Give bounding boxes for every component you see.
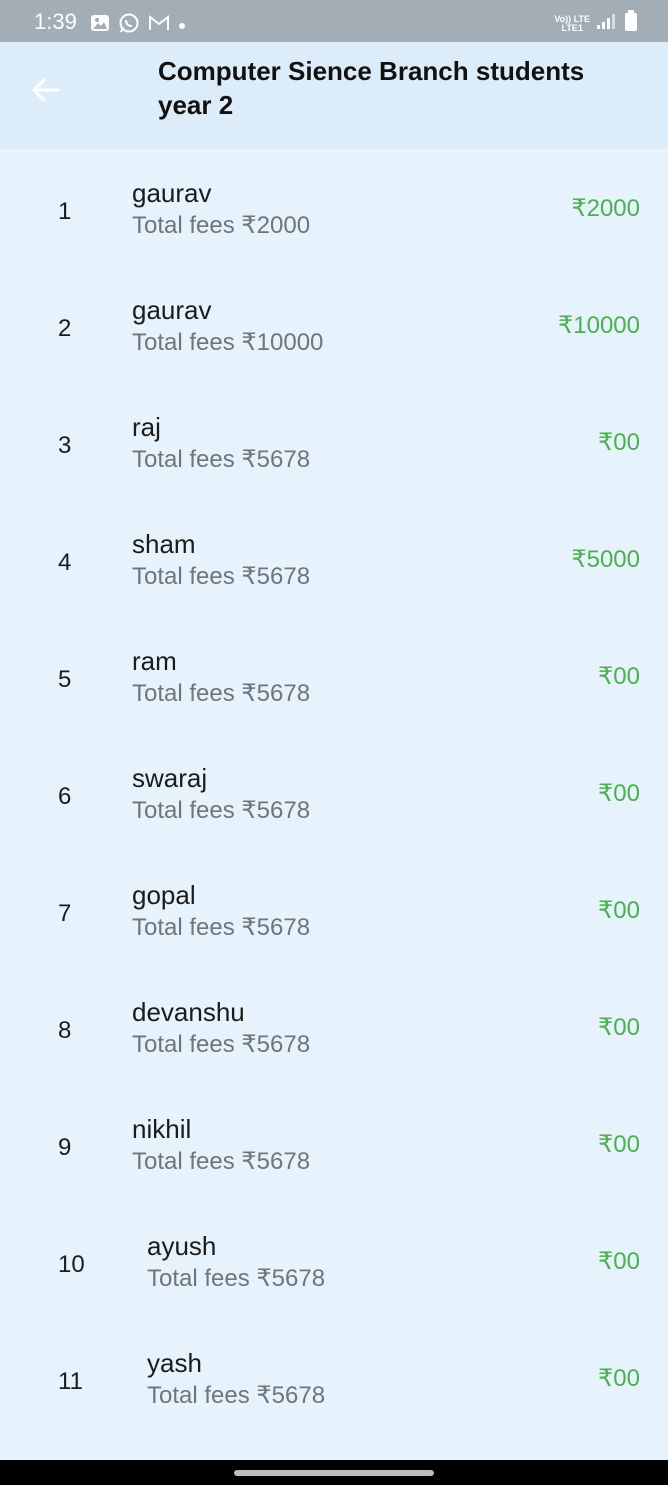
gallery-icon — [90, 14, 110, 37]
row-index: 10 — [58, 1251, 85, 1278]
student-name: gaurav — [132, 178, 212, 208]
gmail-icon — [148, 14, 170, 37]
paid-amount: ₹00 — [598, 1014, 640, 1041]
list-item[interactable]: 2 gaurav Total fees ₹10000 ₹10000 — [0, 266, 668, 383]
list-item[interactable]: 6 swaraj Total fees ₹5678 ₹00 — [0, 734, 668, 851]
paid-amount: ₹00 — [598, 780, 640, 807]
total-fees: Total fees ₹5678 — [132, 563, 311, 590]
student-name: raj — [132, 412, 161, 442]
student-name: yash — [147, 1348, 202, 1378]
whatsapp-icon — [118, 12, 140, 39]
page-title: Computer Sience Branch students year 2 — [158, 56, 585, 120]
list-item[interactable]: 5 ram Total fees ₹5678 ₹00 — [0, 617, 668, 734]
row-index: 4 — [58, 549, 72, 576]
paid-amount: ₹5000 — [571, 546, 640, 573]
student-name: devanshu — [132, 997, 245, 1027]
dot-icon — [178, 17, 186, 35]
list-item[interactable]: 4 sham Total fees ₹5678 ₹5000 — [0, 500, 668, 617]
total-fees: Total fees ₹10000 — [132, 329, 324, 356]
paid-amount: ₹00 — [598, 1365, 640, 1392]
home-gesture-handle[interactable] — [234, 1470, 434, 1476]
list-item[interactable]: 10 ayush Total fees ₹5678 ₹00 — [0, 1202, 668, 1319]
total-fees: Total fees ₹5678 — [132, 680, 311, 707]
list-item[interactable]: 3 raj Total fees ₹5678 ₹00 — [0, 383, 668, 500]
list-item[interactable]: 9 nikhil Total fees ₹5678 ₹00 — [0, 1085, 668, 1202]
row-index: 1 — [58, 198, 72, 225]
arrow-left-icon — [32, 78, 60, 102]
student-name: nikhil — [132, 1114, 192, 1144]
paid-amount: ₹00 — [598, 429, 640, 456]
row-index: 6 — [58, 783, 72, 810]
total-fees: Total fees ₹5678 — [132, 914, 311, 941]
row-index: 7 — [58, 900, 72, 927]
system-nav-bar — [0, 1460, 668, 1485]
student-name: gopal — [132, 880, 196, 910]
total-fees: Total fees ₹5678 — [132, 1031, 311, 1058]
total-fees: Total fees ₹5678 — [147, 1265, 326, 1292]
list-item[interactable]: 1 gaurav Total fees ₹2000 ₹2000 — [0, 149, 668, 266]
list-item[interactable]: 8 devanshu Total fees ₹5678 ₹00 — [0, 968, 668, 1085]
row-index: 2 — [58, 315, 72, 342]
signal-icon — [596, 12, 616, 35]
total-fees: Total fees ₹2000 — [132, 212, 311, 239]
student-name: sham — [132, 529, 196, 559]
row-index: 11 — [58, 1368, 83, 1395]
list-item[interactable]: 7 gopal Total fees ₹5678 ₹00 — [0, 851, 668, 968]
system-icons: Vo)) LTE LTE1 — [554, 10, 638, 37]
notification-icons — [90, 12, 194, 39]
back-button[interactable] — [26, 70, 66, 110]
student-list: 1 gaurav Total fees ₹2000 ₹2000 2 gaurav… — [0, 149, 668, 1436]
app-bar: Computer Sience Branch students year 2 — [0, 42, 668, 149]
paid-amount: ₹00 — [598, 663, 640, 690]
paid-amount: ₹10000 — [557, 312, 640, 339]
status-time: 1:39 — [34, 9, 77, 34]
student-name: gaurav — [132, 295, 212, 325]
status-bar: 1:39 Vo)) LTE LTE1 — [0, 0, 668, 42]
row-index: 9 — [58, 1134, 72, 1161]
list-item[interactable]: 11 yash Total fees ₹5678 ₹00 — [0, 1319, 668, 1436]
student-name: swaraj — [132, 763, 208, 793]
battery-icon — [624, 10, 638, 37]
total-fees: Total fees ₹5678 — [132, 446, 311, 473]
paid-amount: ₹2000 — [571, 195, 640, 222]
paid-amount: ₹00 — [598, 1131, 640, 1158]
total-fees: Total fees ₹5678 — [132, 797, 311, 824]
volte-indicator: Vo)) LTE LTE1 — [554, 13, 590, 33]
total-fees: Total fees ₹5678 — [132, 1148, 311, 1175]
row-index: 5 — [58, 666, 72, 693]
student-name: ram — [132, 646, 177, 676]
student-name: ayush — [147, 1231, 217, 1261]
paid-amount: ₹00 — [598, 897, 640, 924]
row-index: 3 — [58, 432, 72, 459]
row-index: 8 — [58, 1017, 72, 1044]
total-fees: Total fees ₹5678 — [147, 1382, 326, 1409]
paid-amount: ₹00 — [598, 1248, 640, 1275]
